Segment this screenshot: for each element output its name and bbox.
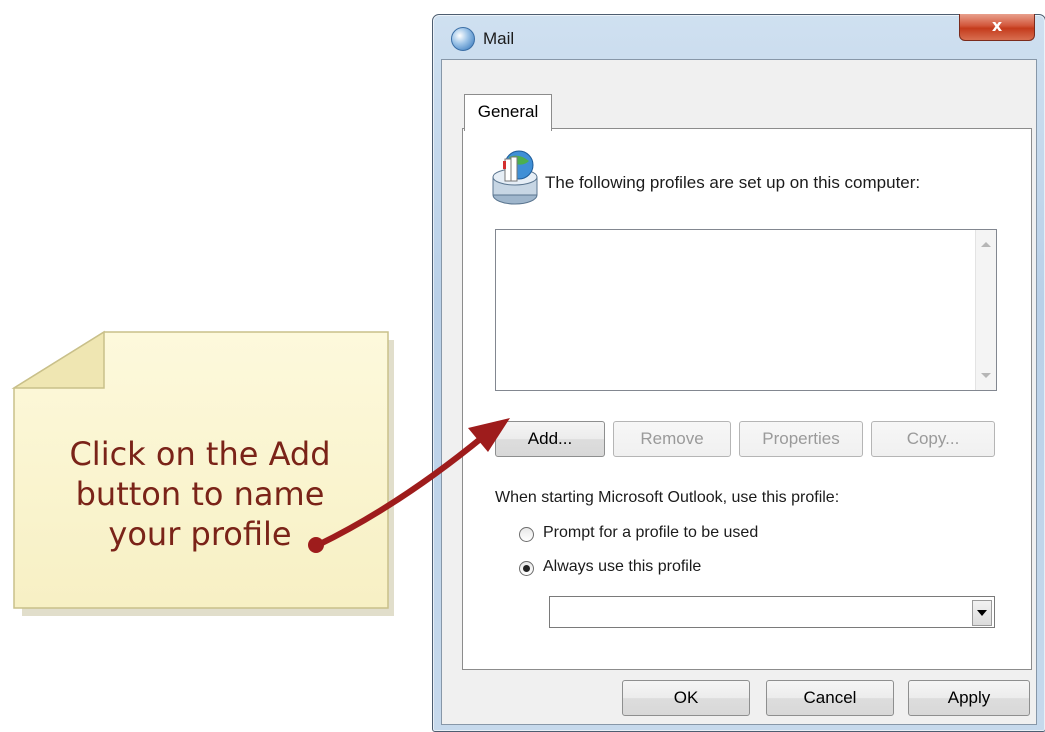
cancel-button[interactable]: Cancel <box>766 680 894 716</box>
ok-button[interactable]: OK <box>622 680 750 716</box>
scroll-down-icon[interactable] <box>981 373 991 378</box>
title-bar[interactable]: Mail x <box>433 14 1045 59</box>
remove-button[interactable]: Remove <box>613 421 731 457</box>
add-button[interactable]: Add... <box>495 421 605 457</box>
callout-line-1: Click on the Add <box>69 435 331 473</box>
mail-dialog: Mail x General The following profiles ar… <box>432 14 1045 732</box>
prompt-profile-radio[interactable] <box>519 527 534 542</box>
close-button[interactable]: x <box>959 14 1035 41</box>
profiles-label: The following profiles are set up on thi… <box>545 173 921 192</box>
general-tab-panel: The following profiles are set up on thi… <box>462 128 1032 670</box>
always-use-profile-label: Always use this profile <box>543 558 702 575</box>
copy-button[interactable]: Copy... <box>871 421 995 457</box>
callout-line-3: your profile <box>108 515 292 553</box>
profile-select[interactable] <box>549 596 995 628</box>
scroll-up-icon[interactable] <box>981 242 991 247</box>
dialog-client-area: General The following profiles are set u… <box>441 59 1037 725</box>
startup-profile-label: When starting Microsoft Outlook, use thi… <box>495 489 840 506</box>
always-use-profile-radio[interactable] <box>519 561 534 576</box>
profile-list-scrollbar[interactable] <box>975 230 996 390</box>
callout-text: Click on the Add button to name your pro… <box>40 434 360 554</box>
callout-line-2: button to name <box>75 475 325 513</box>
chevron-down-icon[interactable] <box>972 600 992 626</box>
mail-icon <box>451 27 475 51</box>
window-title: Mail <box>483 29 515 48</box>
tab-general[interactable]: General <box>464 94 552 131</box>
properties-button[interactable]: Properties <box>739 421 863 457</box>
prompt-profile-label: Prompt for a profile to be used <box>543 524 759 541</box>
profiles-icon <box>492 150 538 205</box>
profile-list[interactable] <box>495 229 997 391</box>
apply-button[interactable]: Apply <box>908 680 1030 716</box>
callout-note: Click on the Add button to name your pro… <box>10 330 394 616</box>
